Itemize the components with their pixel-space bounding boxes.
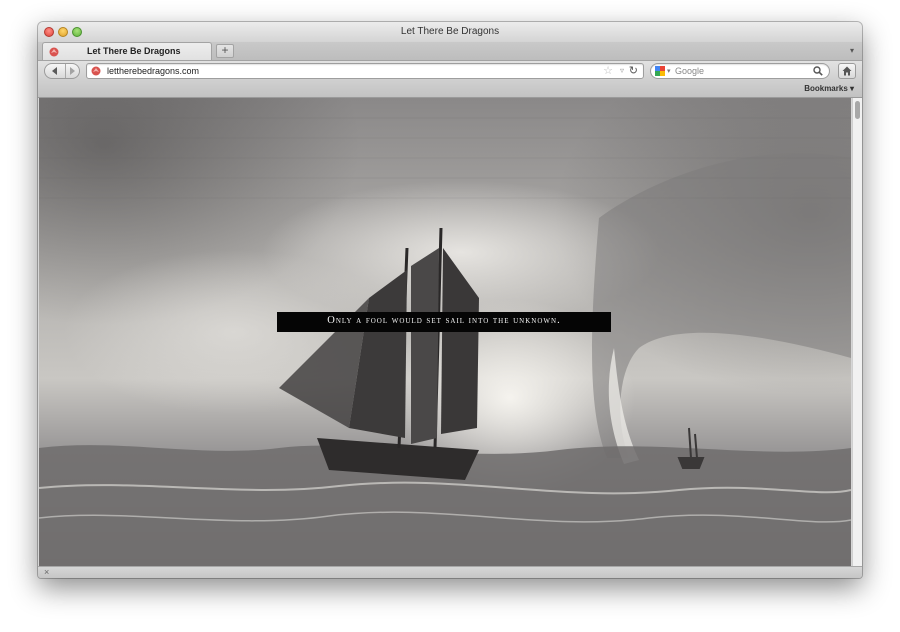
back-forward-group [44, 63, 80, 79]
tab-let-there-be-dragons[interactable]: Let There Be Dragons [42, 42, 212, 60]
bookmarks-toolbar: Bookmarks ▾ [38, 81, 862, 98]
caption-banner: Only a fool would set sail into the unkn… [277, 312, 611, 332]
caption-text: Only a fool would set sail into the unkn… [327, 315, 561, 326]
forward-arrow-icon [70, 67, 75, 75]
bookmarks-menu[interactable]: Bookmarks ▾ [804, 84, 854, 93]
new-tab-button[interactable]: + [216, 44, 234, 58]
back-arrow-icon [52, 67, 57, 75]
status-bar: × [38, 566, 862, 578]
address-bar[interactable]: lettherebedragons.com ☆ ▿ ↻ [86, 63, 644, 79]
home-icon [842, 66, 852, 76]
tab-list-menu-icon[interactable]: ▾ [850, 46, 854, 55]
search-engine-dropdown-icon[interactable]: ▾ [667, 67, 671, 75]
search-input[interactable]: ▾ Google [650, 63, 830, 79]
home-button[interactable] [838, 63, 856, 79]
url-text: lettherebedragons.com [107, 66, 200, 76]
back-button[interactable] [45, 64, 66, 78]
close-addon-bar-icon[interactable]: × [44, 567, 49, 577]
engraving-illustration [39, 117, 851, 566]
page-background-engraving: Only a fool would set sail into the unkn… [39, 98, 851, 566]
search-placeholder: Google [675, 66, 705, 76]
bookmark-star-icon[interactable]: ☆ [603, 65, 613, 77]
navigation-toolbar: lettherebedragons.com ☆ ▿ ↻ ▾ Google [38, 61, 862, 81]
tab-label: Let There Be Dragons [87, 46, 181, 56]
scrollbar-thumb[interactable] [855, 101, 860, 119]
search-icon[interactable] [813, 66, 823, 76]
browser-window: Let There Be Dragons Let There Be Dragon… [38, 22, 862, 578]
title-bar[interactable]: Let There Be Dragons [38, 22, 862, 42]
tab-strip: Let There Be Dragons + ▾ [38, 42, 862, 61]
forward-button[interactable] [65, 64, 81, 78]
google-icon [655, 66, 665, 76]
reload-icon[interactable]: ↻ [629, 64, 638, 78]
history-dropdown-icon[interactable]: ▿ [620, 66, 624, 75]
dragon-favicon-icon [91, 66, 101, 76]
vertical-scrollbar[interactable] [852, 98, 862, 566]
dragon-favicon-icon [49, 47, 59, 57]
window-title: Let There Be Dragons [400, 26, 500, 37]
